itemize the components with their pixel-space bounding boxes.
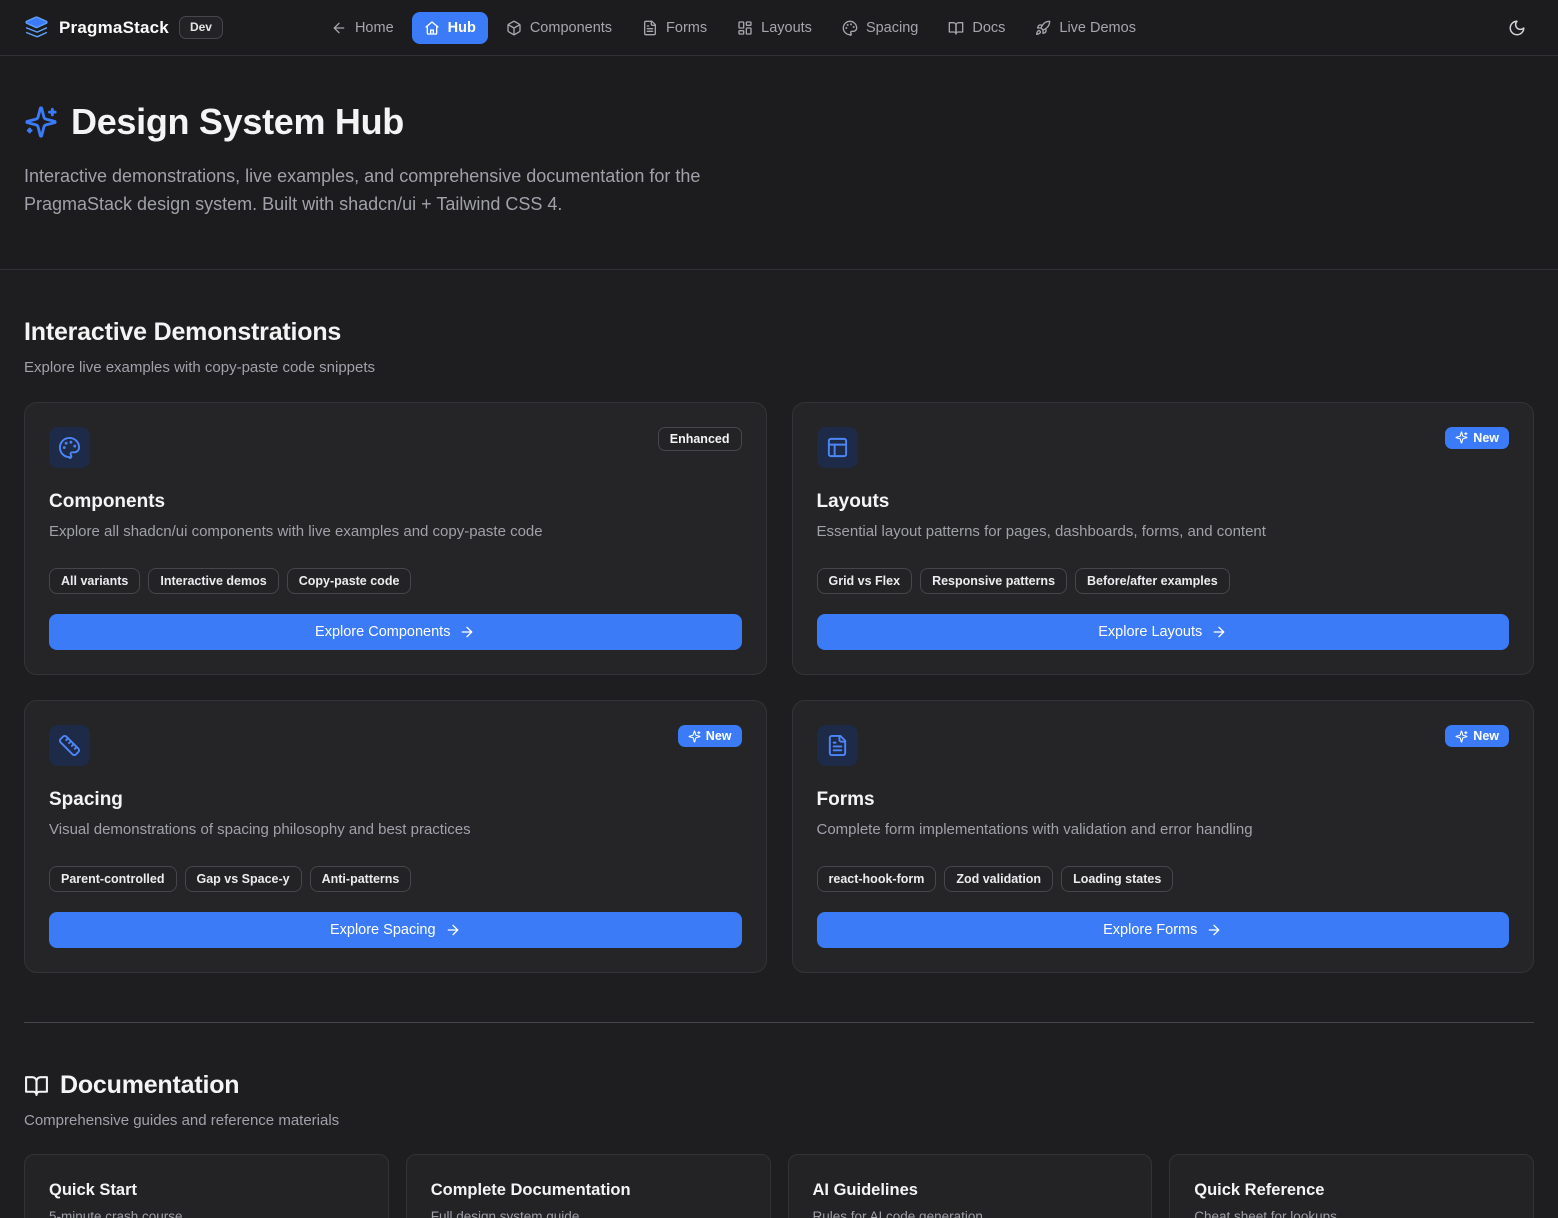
doc-card-quick-start[interactable]: Quick Start 5-minute crash course [24, 1154, 389, 1218]
book-open-icon [948, 20, 964, 36]
book-open-icon [24, 1073, 49, 1098]
tag-badge: Zod validation [944, 866, 1053, 892]
doc-card-title: Quick Reference [1194, 1181, 1509, 1200]
tag-badge: Grid vs Flex [817, 568, 913, 594]
new-badge: New [678, 725, 742, 747]
sparkles-icon [1455, 431, 1468, 444]
new-badge: New [1445, 725, 1509, 747]
doc-card-ai-guidelines[interactable]: AI Guidelines Rules for AI code generati… [788, 1154, 1153, 1218]
card-title: Spacing [49, 789, 742, 811]
nav-item-docs[interactable]: Docs [936, 12, 1017, 44]
demo-card-components: Enhanced Components Explore all shadcn/u… [24, 402, 767, 675]
card-description: Explore all shadcn/ui components with li… [49, 521, 742, 542]
arrow-right-icon [1211, 624, 1227, 640]
brand-name: PragmaStack [59, 18, 169, 38]
hero-section: Design System Hub Interactive demonstrat… [0, 56, 1558, 270]
docs-subheading: Comprehensive guides and reference mater… [24, 1112, 1534, 1129]
doc-card-title: Quick Start [49, 1181, 364, 1200]
doc-card-grid: Quick Start 5-minute crash course Comple… [24, 1154, 1534, 1218]
home-icon [424, 20, 440, 36]
card-title: Forms [817, 789, 1510, 811]
doc-card-description: Rules for AI code generation [813, 1209, 1128, 1218]
demos-heading: Interactive Demonstrations [24, 318, 341, 347]
file-text-icon [642, 20, 658, 36]
explore-components-button[interactable]: Explore Components [49, 614, 742, 650]
brand[interactable]: PragmaStack Dev [24, 15, 223, 40]
sparkles-icon [24, 105, 58, 139]
demo-card-spacing: New Spacing Visual demonstrations of spa… [24, 700, 767, 973]
card-title: Components [49, 491, 742, 513]
arrow-right-icon [1206, 922, 1222, 938]
doc-card-description: Full design system guide [431, 1209, 746, 1218]
explore-layouts-button[interactable]: Explore Layouts [817, 614, 1510, 650]
tag-badge: Responsive patterns [920, 568, 1067, 594]
tag-badge: Interactive demos [148, 568, 278, 594]
explore-forms-button[interactable]: Explore Forms [817, 912, 1510, 948]
demo-card-layouts: New Layouts Essential layout patterns fo… [792, 402, 1535, 675]
doc-card-description: Cheat sheet for lookups [1194, 1209, 1509, 1218]
tag-badge: react-hook-form [817, 866, 937, 892]
arrow-right-icon [459, 624, 475, 640]
tag-badge: Loading states [1061, 866, 1173, 892]
doc-card-title: Complete Documentation [431, 1181, 746, 1200]
file-text-icon [817, 725, 858, 766]
nav-item-layouts[interactable]: Layouts [725, 12, 824, 44]
nav-item-spacing[interactable]: Spacing [830, 12, 930, 44]
palette-icon [49, 427, 90, 468]
demos-subheading: Explore live examples with copy-paste co… [24, 359, 1534, 376]
box-icon [506, 20, 522, 36]
navbar: PragmaStack Dev Home Hub Components Fo [0, 0, 1558, 56]
page-title: Design System Hub [71, 101, 404, 143]
tag-badge: All variants [49, 568, 140, 594]
nav-item-components[interactable]: Components [494, 12, 624, 44]
layers-logo-icon [24, 15, 49, 40]
card-description: Visual demonstrations of spacing philoso… [49, 819, 742, 840]
ruler-icon [49, 725, 90, 766]
tag-badge: Parent-controlled [49, 866, 177, 892]
arrow-left-icon [331, 20, 347, 36]
doc-card-complete-documentation[interactable]: Complete Documentation Full design syste… [406, 1154, 771, 1218]
tag-badge: Before/after examples [1075, 568, 1230, 594]
sparkles-icon [1455, 730, 1468, 743]
tag-badge: Copy-paste code [287, 568, 412, 594]
demo-card-grid: Enhanced Components Explore all shadcn/u… [24, 402, 1534, 974]
docs-heading: Documentation [60, 1071, 239, 1100]
nav-item-hub[interactable]: Hub [412, 12, 488, 44]
tag-badge: Gap vs Space-y [185, 866, 302, 892]
explore-spacing-button[interactable]: Explore Spacing [49, 912, 742, 948]
tag-badge: Anti-patterns [310, 866, 412, 892]
card-description: Essential layout patterns for pages, das… [817, 521, 1510, 542]
card-description: Complete form implementations with valid… [817, 819, 1510, 840]
layout-dashboard-icon [737, 20, 753, 36]
docs-section: Documentation Comprehensive guides and r… [0, 1023, 1558, 1218]
nav-item-live-demos[interactable]: Live Demos [1023, 12, 1148, 44]
moon-icon [1508, 19, 1526, 37]
card-title: Layouts [817, 491, 1510, 513]
nav-item-home[interactable]: Home [319, 12, 406, 44]
doc-card-description: 5-minute crash course [49, 1209, 364, 1218]
status-badge: Enhanced [658, 427, 742, 451]
main-nav: Home Hub Components Forms Layouts [319, 12, 1148, 44]
env-badge: Dev [179, 16, 223, 38]
sparkles-icon [688, 730, 701, 743]
demo-card-forms: New Forms Complete form implementations … [792, 700, 1535, 973]
palette-icon [842, 20, 858, 36]
doc-card-title: AI Guidelines [813, 1181, 1128, 1200]
layout-panel-icon [817, 427, 858, 468]
demos-section: Interactive Demonstrations Explore live … [0, 270, 1558, 1024]
rocket-icon [1035, 20, 1051, 36]
doc-card-quick-reference[interactable]: Quick Reference Cheat sheet for lookups [1169, 1154, 1534, 1218]
page-subtitle: Interactive demonstrations, live example… [24, 163, 764, 219]
new-badge: New [1445, 427, 1509, 449]
theme-toggle-button[interactable] [1500, 11, 1534, 45]
arrow-right-icon [445, 922, 461, 938]
nav-item-forms[interactable]: Forms [630, 12, 719, 44]
